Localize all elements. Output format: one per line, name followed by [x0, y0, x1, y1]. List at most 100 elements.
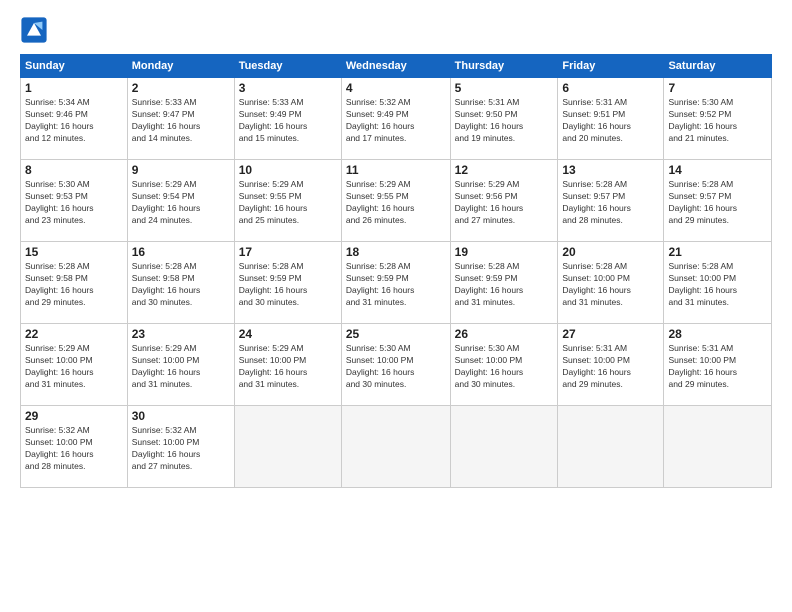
day-number: 24	[239, 327, 337, 341]
day-info: Sunrise: 5:29 AM Sunset: 9:56 PM Dayligh…	[455, 179, 554, 227]
col-header-monday: Monday	[127, 55, 234, 78]
week-row-5: 29 Sunrise: 5:32 AM Sunset: 10:00 PM Dayl…	[21, 406, 772, 488]
day-cell: 5 Sunrise: 5:31 AM Sunset: 9:50 PM Daylig…	[450, 78, 558, 160]
page: SundayMondayTuesdayWednesdayThursdayFrid…	[0, 0, 792, 498]
day-cell: 28 Sunrise: 5:31 AM Sunset: 10:00 PM Dayl…	[664, 324, 772, 406]
day-cell: 17 Sunrise: 5:28 AM Sunset: 9:59 PM Dayli…	[234, 242, 341, 324]
day-info: Sunrise: 5:31 AM Sunset: 9:50 PM Dayligh…	[455, 97, 554, 145]
col-header-friday: Friday	[558, 55, 664, 78]
day-info: Sunrise: 5:32 AM Sunset: 10:00 PM Daylig…	[25, 425, 123, 473]
header-row: SundayMondayTuesdayWednesdayThursdayFrid…	[21, 55, 772, 78]
day-info: Sunrise: 5:32 AM Sunset: 10:00 PM Daylig…	[132, 425, 230, 473]
day-number: 20	[562, 245, 659, 259]
day-cell: 12 Sunrise: 5:29 AM Sunset: 9:56 PM Dayli…	[450, 160, 558, 242]
day-cell: 22 Sunrise: 5:29 AM Sunset: 10:00 PM Dayl…	[21, 324, 128, 406]
day-number: 22	[25, 327, 123, 341]
col-header-wednesday: Wednesday	[341, 55, 450, 78]
day-cell: 11 Sunrise: 5:29 AM Sunset: 9:55 PM Dayli…	[341, 160, 450, 242]
day-info: Sunrise: 5:29 AM Sunset: 10:00 PM Daylig…	[132, 343, 230, 391]
day-info: Sunrise: 5:30 AM Sunset: 10:00 PM Daylig…	[346, 343, 446, 391]
day-cell: 13 Sunrise: 5:28 AM Sunset: 9:57 PM Dayli…	[558, 160, 664, 242]
day-number: 23	[132, 327, 230, 341]
day-info: Sunrise: 5:28 AM Sunset: 9:59 PM Dayligh…	[239, 261, 337, 309]
day-info: Sunrise: 5:30 AM Sunset: 9:53 PM Dayligh…	[25, 179, 123, 227]
day-cell: 16 Sunrise: 5:28 AM Sunset: 9:58 PM Dayli…	[127, 242, 234, 324]
day-number: 16	[132, 245, 230, 259]
day-info: Sunrise: 5:34 AM Sunset: 9:46 PM Dayligh…	[25, 97, 123, 145]
day-info: Sunrise: 5:28 AM Sunset: 9:58 PM Dayligh…	[132, 261, 230, 309]
day-cell: 21Sunrise: 5:28 AM Sunset: 10:00 PM Dayl…	[664, 242, 772, 324]
day-number: 27	[562, 327, 659, 341]
day-number: 10	[239, 163, 337, 177]
day-info: Sunrise: 5:28 AM Sunset: 10:00 PM Daylig…	[562, 261, 659, 309]
day-number: 3	[239, 81, 337, 95]
day-cell: 14Sunrise: 5:28 AM Sunset: 9:57 PM Dayli…	[664, 160, 772, 242]
day-info: Sunrise: 5:28 AM Sunset: 9:58 PM Dayligh…	[25, 261, 123, 309]
day-cell	[558, 406, 664, 488]
day-number: 26	[455, 327, 554, 341]
day-info: Sunrise: 5:29 AM Sunset: 9:55 PM Dayligh…	[346, 179, 446, 227]
col-header-tuesday: Tuesday	[234, 55, 341, 78]
col-header-thursday: Thursday	[450, 55, 558, 78]
day-info: Sunrise: 5:33 AM Sunset: 9:49 PM Dayligh…	[239, 97, 337, 145]
day-number: 7	[668, 81, 767, 95]
day-number: 25	[346, 327, 446, 341]
day-info: Sunrise: 5:31 AM Sunset: 9:51 PM Dayligh…	[562, 97, 659, 145]
day-info: Sunrise: 5:31 AM Sunset: 10:00 PM Daylig…	[562, 343, 659, 391]
day-cell: 18Sunrise: 5:28 AM Sunset: 9:59 PM Dayli…	[341, 242, 450, 324]
day-number: 28	[668, 327, 767, 341]
day-cell	[234, 406, 341, 488]
day-cell: 23 Sunrise: 5:29 AM Sunset: 10:00 PM Dayl…	[127, 324, 234, 406]
day-info: Sunrise: 5:29 AM Sunset: 10:00 PM Daylig…	[239, 343, 337, 391]
day-number: 9	[132, 163, 230, 177]
day-info: Sunrise: 5:30 AM Sunset: 9:52 PM Dayligh…	[668, 97, 767, 145]
day-info: Sunrise: 5:28 AM Sunset: 10:00 PM Daylig…	[668, 261, 767, 309]
day-cell: 15Sunrise: 5:28 AM Sunset: 9:58 PM Dayli…	[21, 242, 128, 324]
day-cell: 3 Sunrise: 5:33 AM Sunset: 9:49 PM Daylig…	[234, 78, 341, 160]
day-number: 17	[239, 245, 337, 259]
day-number: 4	[346, 81, 446, 95]
col-header-saturday: Saturday	[664, 55, 772, 78]
day-info: Sunrise: 5:29 AM Sunset: 10:00 PM Daylig…	[25, 343, 123, 391]
day-cell: 4 Sunrise: 5:32 AM Sunset: 9:49 PM Daylig…	[341, 78, 450, 160]
day-number: 12	[455, 163, 554, 177]
day-number: 29	[25, 409, 123, 423]
logo	[20, 16, 52, 44]
day-info: Sunrise: 5:29 AM Sunset: 9:55 PM Dayligh…	[239, 179, 337, 227]
day-number: 5	[455, 81, 554, 95]
day-number: 1	[25, 81, 123, 95]
day-number: 2	[132, 81, 230, 95]
day-cell: 7 Sunrise: 5:30 AM Sunset: 9:52 PM Daylig…	[664, 78, 772, 160]
day-cell: 27 Sunrise: 5:31 AM Sunset: 10:00 PM Dayl…	[558, 324, 664, 406]
logo-icon	[20, 16, 48, 44]
day-cell: 1 Sunrise: 5:34 AM Sunset: 9:46 PM Daylig…	[21, 78, 128, 160]
day-number: 8	[25, 163, 123, 177]
day-number: 19	[455, 245, 554, 259]
day-cell: 8 Sunrise: 5:30 AM Sunset: 9:53 PM Daylig…	[21, 160, 128, 242]
day-info: Sunrise: 5:30 AM Sunset: 10:00 PM Daylig…	[455, 343, 554, 391]
header	[20, 16, 772, 44]
week-row-2: 8 Sunrise: 5:30 AM Sunset: 9:53 PM Daylig…	[21, 160, 772, 242]
day-cell: 2 Sunrise: 5:33 AM Sunset: 9:47 PM Daylig…	[127, 78, 234, 160]
day-cell: 19 Sunrise: 5:28 AM Sunset: 9:59 PM Dayli…	[450, 242, 558, 324]
day-info: Sunrise: 5:32 AM Sunset: 9:49 PM Dayligh…	[346, 97, 446, 145]
day-info: Sunrise: 5:31 AM Sunset: 10:00 PM Daylig…	[668, 343, 767, 391]
week-row-4: 22 Sunrise: 5:29 AM Sunset: 10:00 PM Dayl…	[21, 324, 772, 406]
day-number: 14	[668, 163, 767, 177]
day-cell: 6 Sunrise: 5:31 AM Sunset: 9:51 PM Daylig…	[558, 78, 664, 160]
day-cell: 20 Sunrise: 5:28 AM Sunset: 10:00 PM Dayl…	[558, 242, 664, 324]
day-info: Sunrise: 5:28 AM Sunset: 9:59 PM Dayligh…	[455, 261, 554, 309]
day-info: Sunrise: 5:28 AM Sunset: 9:57 PM Dayligh…	[562, 179, 659, 227]
day-cell: 24 Sunrise: 5:29 AM Sunset: 10:00 PM Dayl…	[234, 324, 341, 406]
day-cell	[450, 406, 558, 488]
col-header-sunday: Sunday	[21, 55, 128, 78]
day-number: 6	[562, 81, 659, 95]
day-info: Sunrise: 5:28 AM Sunset: 9:59 PM Dayligh…	[346, 261, 446, 309]
day-cell	[664, 406, 772, 488]
day-cell: 30Sunrise: 5:32 AM Sunset: 10:00 PM Dayl…	[127, 406, 234, 488]
day-info: Sunrise: 5:33 AM Sunset: 9:47 PM Dayligh…	[132, 97, 230, 145]
day-cell: 29 Sunrise: 5:32 AM Sunset: 10:00 PM Dayl…	[21, 406, 128, 488]
day-info: Sunrise: 5:29 AM Sunset: 9:54 PM Dayligh…	[132, 179, 230, 227]
day-number: 11	[346, 163, 446, 177]
day-number: 13	[562, 163, 659, 177]
